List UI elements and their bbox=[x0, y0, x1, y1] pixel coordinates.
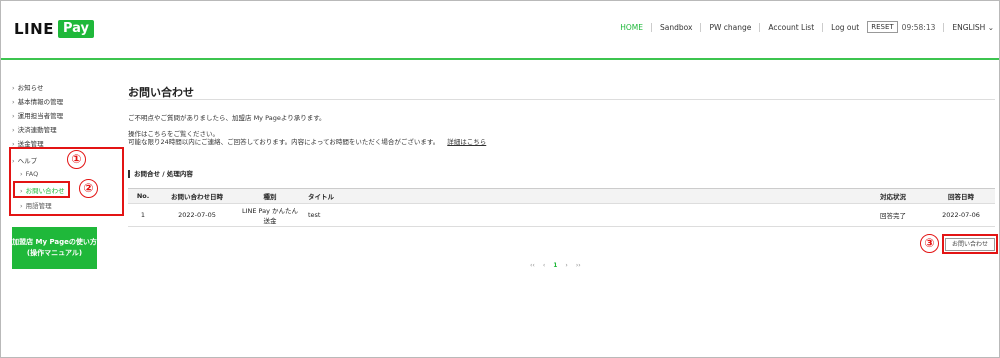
cell-title[interactable]: test bbox=[304, 203, 859, 227]
language-selector[interactable]: ENGLISH ⌄ bbox=[944, 23, 994, 32]
chevron-down-icon: ⌄ bbox=[987, 22, 994, 32]
page-next-icon[interactable]: › bbox=[565, 262, 567, 269]
sidebar-item-basic-info[interactable]: 基本情報の管理 bbox=[12, 96, 64, 106]
col-header-type: 種別 bbox=[236, 188, 304, 204]
page-current[interactable]: 1 bbox=[553, 262, 557, 269]
session-timer: 09:58:13 bbox=[902, 22, 945, 32]
inquiry-button[interactable]: お問い合わせ bbox=[945, 238, 995, 251]
sidebar-item-payment-link[interactable]: 決済連動管理 bbox=[12, 124, 57, 134]
sidebar-item-notices[interactable]: お知らせ bbox=[12, 82, 44, 92]
cell-type: LINE Pay かんたん送金 bbox=[236, 203, 304, 227]
page-first-icon[interactable]: ‹‹ bbox=[530, 262, 535, 269]
top-navigation: HOME Sandbox PW change Account List Log … bbox=[612, 21, 994, 33]
line-pay-logo[interactable]: LINE Pay bbox=[14, 20, 94, 38]
col-header-title: タイトル bbox=[304, 188, 859, 204]
sidebar-item-operators[interactable]: 運用担当者管理 bbox=[12, 110, 64, 120]
col-header-no: No. bbox=[128, 188, 158, 204]
pagination: ‹‹ ‹ 1 › ›› bbox=[530, 262, 581, 269]
title-divider bbox=[128, 99, 995, 100]
nav-home[interactable]: HOME bbox=[612, 22, 652, 32]
annotation-number-1: ① bbox=[67, 150, 86, 169]
reset-button[interactable]: RESET bbox=[867, 21, 898, 33]
col-header-status: 対応状況 bbox=[859, 188, 927, 204]
logo-pay-badge: Pay bbox=[57, 20, 94, 38]
page-title: お問い合わせ bbox=[128, 86, 194, 99]
cell-answer-date: 2022-07-06 bbox=[927, 203, 995, 227]
logo-line-text: LINE bbox=[14, 20, 54, 38]
cell-status: 回答完了 bbox=[859, 203, 927, 227]
details-link[interactable]: 詳細はこちら bbox=[447, 138, 486, 146]
page-frame bbox=[0, 0, 1000, 358]
cell-no: 1 bbox=[128, 203, 158, 227]
nav-sandbox[interactable]: Sandbox bbox=[652, 22, 702, 32]
nav-account-list[interactable]: Account List bbox=[760, 22, 824, 32]
manual-button[interactable]: 加盟店 My Pageの使い方 (操作マニュアル) bbox=[12, 227, 97, 269]
table-row[interactable]: 1 2022-07-05 LINE Pay かんたん送金 test 回答完了 2… bbox=[128, 203, 995, 227]
page-last-icon[interactable]: ›› bbox=[576, 262, 581, 269]
nav-logout[interactable]: Log out bbox=[823, 23, 867, 32]
annotation-number-2: ② bbox=[79, 179, 98, 198]
inquiry-table: No. お問い合わせ日時 種別 タイトル 対応状況 回答日時 1 2022-07… bbox=[128, 188, 995, 227]
nav-pw-change[interactable]: PW change bbox=[701, 22, 761, 32]
note-line-2: 可能な限り24時間以内にご連絡、ご回答しております。内容によってお時間をいただく… bbox=[128, 136, 486, 146]
header-divider bbox=[1, 58, 999, 60]
annotation-number-3: ③ bbox=[920, 234, 939, 253]
cell-date: 2022-07-05 bbox=[158, 203, 236, 227]
table-header-row: No. お問い合わせ日時 種別 タイトル 対応状況 回答日時 bbox=[128, 188, 995, 204]
col-header-date: お問い合わせ日時 bbox=[158, 188, 236, 204]
note-text-2: 可能な限り24時間以内にご連絡、ご回答しております。内容によってお時間をいただく… bbox=[128, 138, 440, 146]
language-label: ENGLISH bbox=[952, 22, 986, 32]
annotation-box-inquiry bbox=[13, 181, 70, 198]
col-header-answer-date: 回答日時 bbox=[927, 188, 995, 204]
page-prev-icon[interactable]: ‹ bbox=[543, 262, 545, 269]
intro-text: ご不明点やご質問がありましたら、加盟店 My Pageより承ります。 bbox=[128, 114, 326, 122]
section-title: お問合せ / 処理内容 bbox=[128, 170, 193, 178]
manual-button-label: 加盟店 My Pageの使い方 (操作マニュアル) bbox=[12, 238, 97, 257]
